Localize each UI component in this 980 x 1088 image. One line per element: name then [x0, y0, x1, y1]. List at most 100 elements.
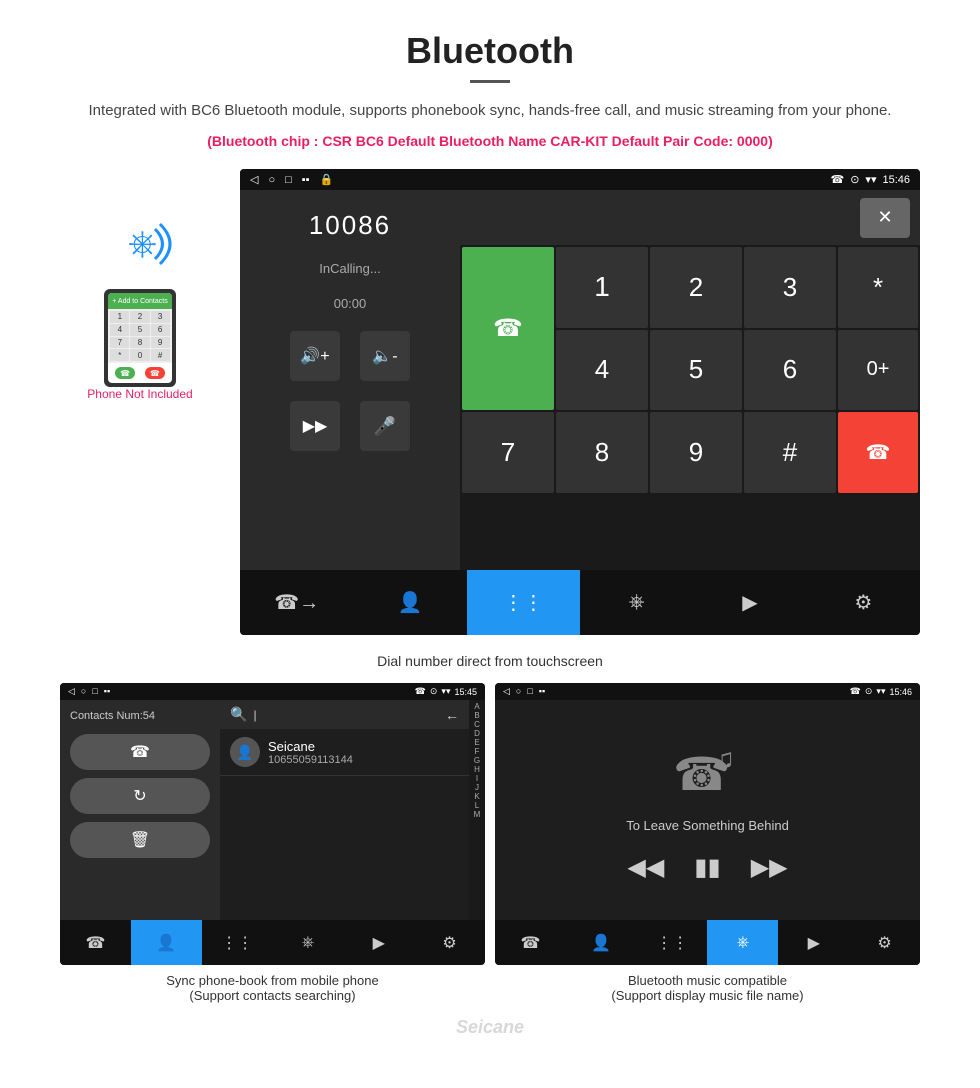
toolbar-phone-settings[interactable]: ▶ [693, 570, 806, 635]
music-phone-icon: ☎ ♫ [668, 738, 748, 808]
calling-label: InCalling... [319, 261, 380, 276]
search-icon: 🔍 [230, 706, 247, 723]
toolbar-keypad[interactable]: ⋮⋮ [467, 570, 580, 635]
lock-icon: 🔒 [320, 173, 334, 186]
ms-notif-icon: ▪▪ [539, 686, 545, 697]
ms-call-icon: ☎ [850, 686, 861, 697]
pb-toolbar-call[interactable]: ☎ [60, 920, 131, 965]
ms-toolbar-call[interactable]: ☎ [495, 920, 566, 965]
statusbar-left-icons: ◁ ○ □ ▪▪ 🔒 [250, 173, 333, 186]
volume-up-button[interactable]: 🔊+ [290, 331, 340, 381]
music-caption-line2: (Support display music file name) [499, 988, 916, 1003]
green-call-button[interactable]: ☎ [462, 247, 554, 410]
phone-end-button: ☎ [145, 367, 165, 379]
key-hash[interactable]: # [744, 412, 836, 493]
recents-nav-icon: □ [285, 174, 292, 186]
music-song-title: To Leave Something Behind [626, 818, 789, 833]
dialed-number: 10086 [309, 210, 391, 241]
pb-location-icon: ⊙ [430, 686, 438, 697]
ms-home-icon: ○ [516, 686, 521, 697]
key-8[interactable]: 8 [556, 412, 648, 493]
key-0plus[interactable]: 0+ [838, 330, 918, 411]
phonebook-caption-line2: (Support contacts searching) [64, 988, 481, 1003]
phonebook-sync-btn[interactable]: ↻ [70, 778, 210, 814]
key-9[interactable]: 9 [650, 412, 742, 493]
music-statusbar: ◁ ○ □ ▪▪ ☎ ⊙ ▾▾ 15:46 [495, 683, 920, 700]
notification-icon: ▪▪ [302, 174, 310, 186]
ms-location-icon: ⊙ [865, 686, 873, 697]
key-star[interactable]: * [838, 247, 918, 328]
pb-toolbar-phone-settings[interactable]: ▶ [343, 920, 414, 965]
ms-toolbar-keypad[interactable]: ⋮⋮ [637, 920, 708, 965]
microphone-icon[interactable]: 🎤 [360, 401, 410, 451]
ms-toolbar-settings[interactable]: ⚙ [849, 920, 920, 965]
svg-text:♫: ♫ [714, 743, 735, 774]
toolbar-bluetooth[interactable]: ⎈ [580, 570, 693, 635]
phonebook-sb-right: ☎ ⊙ ▾▾ 15:45 [415, 686, 477, 697]
pb-home-icon: ○ [81, 686, 86, 697]
key-7[interactable]: 7 [462, 412, 554, 493]
back-nav-icon: ◁ [250, 173, 258, 186]
ms-toolbar-contacts[interactable]: 👤 [566, 920, 637, 965]
call-transfer-icon[interactable]: ▶▶ [290, 401, 340, 451]
phone-image: + Add to Contacts 123 456 789 *0# ☎ ☎ [104, 289, 175, 387]
music-toolbar: ☎ 👤 ⋮⋮ ⎈ ▶ ⚙ [495, 920, 920, 965]
volume-down-button[interactable]: 🔈- [360, 331, 410, 381]
phone-call-button: ☎ [115, 367, 135, 379]
ms-toolbar-bluetooth[interactable]: ⎈ [707, 920, 778, 965]
phonebook-toolbar: ☎ 👤 ⋮⋮ ⎈ ▶ ⚙ [60, 920, 485, 965]
phonebook-right-panel: 🔍 | ← 👤 Seicane 10655059113144 [220, 700, 469, 920]
pb-toolbar-contacts[interactable]: 👤 [131, 920, 202, 965]
ms-toolbar-phone-settings[interactable]: ▶ [778, 920, 849, 965]
toolbar-contacts[interactable]: 👤 [353, 570, 466, 635]
phone-topbar: + Add to Contacts [108, 293, 171, 309]
pb-toolbar-keypad[interactable]: ⋮⋮ [202, 920, 273, 965]
page-description: Integrated with BC6 Bluetooth module, su… [20, 99, 960, 123]
key-2[interactable]: 2 [650, 247, 742, 328]
toolbar-settings[interactable]: ⚙ [807, 570, 920, 635]
key-1[interactable]: 1 [556, 247, 648, 328]
phonebook-call-btn[interactable]: ☎ [70, 734, 210, 770]
pb-toolbar-settings[interactable]: ⚙ [414, 920, 485, 965]
key-5[interactable]: 5 [650, 330, 742, 411]
key-4[interactable]: 4 [556, 330, 648, 411]
pb-notif-icon: ▪▪ [104, 686, 110, 697]
bottom-screenshots-row: ◁ ○ □ ▪▪ ☎ ⊙ ▾▾ 15:45 Contacts Num:54 ☎ [0, 683, 980, 1007]
phonebook-left-panel: Contacts Num:54 ☎ ↻ 🗑 [60, 700, 220, 920]
alpha-scroll-list[interactable]: A B C D E F G H I J K L M [469, 700, 485, 920]
phonebook-delete-btn[interactable]: 🗑 [70, 822, 210, 858]
phone-keypad: 123 456 789 *0# [108, 309, 171, 363]
previous-track-button[interactable]: ◀◀ [627, 853, 664, 882]
location-icon: ⊙ [850, 173, 859, 186]
music-caption: Bluetooth music compatible (Support disp… [495, 965, 920, 1007]
red-end-button[interactable]: ☎ [838, 412, 918, 493]
ms-back-icon: ◁ [503, 686, 510, 697]
home-nav-icon: ○ [268, 174, 275, 186]
contact-name: Seicane [268, 739, 353, 754]
transfer-mic-controls: ▶▶ 🎤 [290, 401, 410, 451]
play-pause-button[interactable]: ▮▮ [694, 853, 720, 882]
phone-sidebar: ⎈ + Add to Contacts 123 456 789 *0# ☎ ☎ … [60, 169, 220, 401]
contact-info: Seicane 10655059113144 [268, 739, 353, 766]
search-bar[interactable]: 🔍 | ← [220, 700, 469, 729]
contacts-count: Contacts Num:54 [70, 710, 210, 722]
pb-call-icon: ☎ [415, 686, 426, 697]
key-6[interactable]: 6 [744, 330, 836, 411]
next-track-button[interactable]: ▶▶ [751, 853, 788, 882]
statusbar-right-icons: ☎ ⊙ ▾▾ 15:46 [831, 173, 911, 186]
backspace-button[interactable]: ✕ [860, 198, 910, 238]
music-android-screen: ◁ ○ □ ▪▪ ☎ ⊙ ▾▾ 15:46 ☎ ♫ [495, 683, 920, 965]
phonebook-android-screen: ◁ ○ □ ▪▪ ☎ ⊙ ▾▾ 15:45 Contacts Num:54 ☎ [60, 683, 485, 965]
watermark: Seicane [0, 1007, 980, 1048]
dial-caption: Dial number direct from touchscreen [0, 645, 980, 683]
bluetooth-specs: (Bluetooth chip : CSR BC6 Default Blueto… [20, 133, 960, 149]
svg-text:⎈: ⎈ [128, 222, 157, 263]
music-sb-right: ☎ ⊙ ▾▾ 15:46 [850, 686, 912, 697]
ms-wifi-icon: ▾▾ [876, 686, 885, 697]
call-timer: 00:00 [334, 296, 367, 311]
phonebook-caption: Sync phone-book from mobile phone (Suppo… [60, 965, 485, 1007]
key-3[interactable]: 3 [744, 247, 836, 328]
pb-toolbar-bluetooth[interactable]: ⎈ [272, 920, 343, 965]
toolbar-call-transfer[interactable]: ☎→ [240, 570, 353, 635]
contact-list-item[interactable]: 👤 Seicane 10655059113144 [220, 729, 469, 776]
